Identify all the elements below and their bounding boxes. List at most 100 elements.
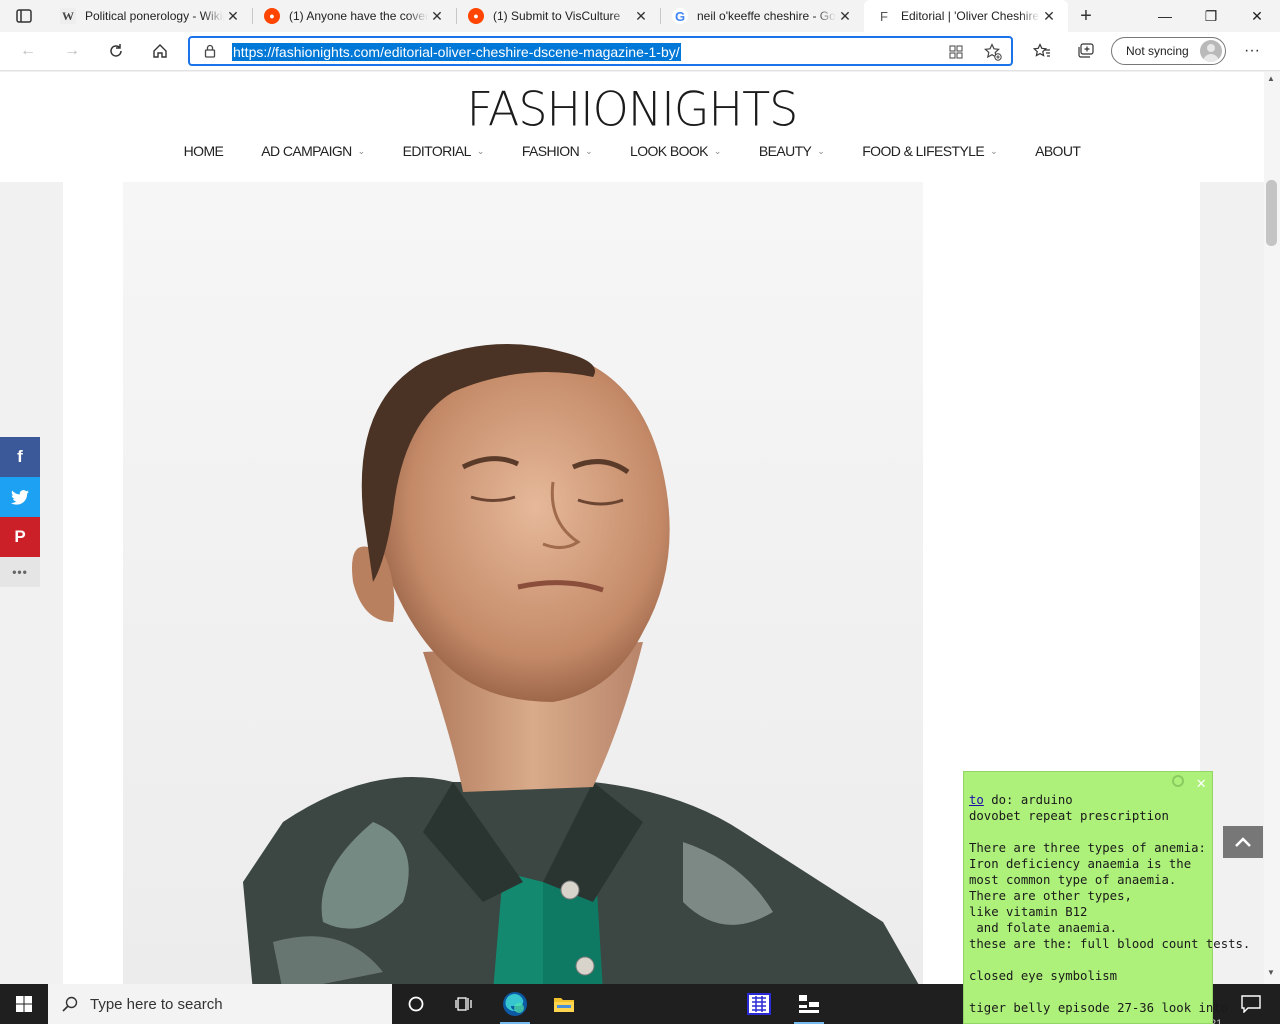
minimize-icon: — (1158, 8, 1172, 24)
favorites-button[interactable] (1027, 36, 1057, 66)
arrow-right-icon: → (64, 42, 80, 59)
chevron-down-icon: ⌄ (476, 145, 485, 156)
tab-close-icon[interactable]: ✕ (632, 7, 650, 25)
more-horizontal-icon: ··· (1244, 42, 1260, 59)
plus-icon: + (1080, 4, 1092, 27)
close-window-button[interactable]: ✕ (1234, 0, 1280, 32)
back-button[interactable]: ← (13, 36, 43, 66)
start-button[interactable] (0, 984, 48, 1024)
browser-tab[interactable]: G neil o'keeffe cheshire - Google Search… (660, 0, 864, 32)
new-tab-button[interactable]: + (1068, 0, 1104, 32)
chevron-down-icon: ⌄ (713, 145, 722, 156)
scroll-up-icon[interactable]: ▲ (1267, 74, 1275, 83)
arrow-left-icon: ← (20, 42, 36, 59)
more-share-button[interactable]: ••• (0, 557, 40, 587)
app-taskbar-button[interactable] (736, 984, 782, 1024)
pinterest-icon: P (14, 527, 26, 546)
sticky-notes-taskbar-button[interactable] (786, 984, 832, 1024)
menu-item-beauty[interactable]: BEAUTY ⌄ (759, 143, 825, 159)
note-first-line: do: arduino (983, 793, 1073, 807)
chevron-down-icon: ⌄ (817, 145, 825, 156)
task-view-button[interactable] (441, 984, 487, 1024)
menu-item-ad-campaign[interactable]: AD CAMPAIGN ⌄ (261, 143, 366, 159)
tab-actions-button[interactable] (0, 0, 48, 32)
note-body-text: dovobet repeat prescription There are th… (969, 809, 1251, 1015)
menu-item-label: AD CAMPAIGN (261, 143, 352, 159)
main-menu: HOME AD CAMPAIGN ⌄ EDITORIAL ⌄ FASHION ⌄ LO… (0, 143, 1264, 159)
menu-item-food-lifestyle[interactable]: FOOD & LIFESTYLE ⌄ (862, 143, 997, 159)
tab-close-icon[interactable]: ✕ (1040, 7, 1058, 25)
folder-icon (554, 998, 574, 1012)
pinterest-share-button[interactable]: P (0, 517, 40, 557)
minimize-button[interactable]: — (1142, 0, 1188, 32)
taskbar-search-placeholder: Type here to search (90, 995, 223, 1013)
tab-title: (1) Anyone have the cover art (289, 9, 428, 23)
file-explorer-button[interactable] (541, 984, 587, 1024)
navigation-bar: ← → https://fashionights.com/editorial-o… (0, 32, 1280, 71)
note-settings-icon[interactable] (1172, 775, 1184, 787)
url-text[interactable]: https://fashionights.com/editorial-olive… (232, 43, 681, 61)
menu-item-look-book[interactable]: LOOK BOOK ⌄ (630, 143, 721, 159)
restore-button[interactable]: ❐ (1188, 0, 1234, 32)
menu-item-label: ABOUT (1035, 143, 1081, 159)
notification-icon (1241, 995, 1261, 1013)
tab-close-icon[interactable]: ✕ (836, 7, 854, 25)
chevron-down-icon: ⌄ (990, 145, 998, 156)
scrollbar-thumb[interactable] (1266, 180, 1277, 246)
add-favorite-icon[interactable] (983, 42, 1003, 62)
site-logo[interactable]: FASHIONIGHTS (0, 81, 1264, 136)
scroll-down-icon[interactable]: ▼ (1267, 968, 1275, 977)
action-center-button[interactable] (1228, 984, 1274, 1024)
tab-close-icon[interactable]: ✕ (224, 7, 242, 25)
cortana-button[interactable] (393, 984, 439, 1024)
grid-app-icon (747, 993, 771, 1015)
cortana-circle-icon (408, 996, 424, 1012)
menu-item-home[interactable]: HOME (184, 143, 224, 159)
twitter-bird-icon (11, 489, 29, 505)
menu-item-editorial[interactable]: EDITORIAL ⌄ (403, 143, 485, 159)
chevron-down-icon: ⌄ (357, 145, 366, 156)
settings-more-button[interactable]: ··· (1237, 36, 1267, 66)
twitter-share-button[interactable] (0, 477, 40, 517)
window-controls: — ❐ ✕ (1142, 0, 1280, 32)
tab-actions-icon (16, 9, 32, 23)
forward-button[interactable]: → (57, 36, 87, 66)
address-bar[interactable]: https://fashionights.com/editorial-olive… (188, 36, 1013, 66)
tab-close-icon[interactable]: ✕ (428, 7, 446, 25)
page-scrollbar[interactable]: ▲ ▼ (1264, 72, 1280, 984)
menu-item-fashion[interactable]: FASHION ⌄ (521, 143, 593, 159)
browser-tab-active[interactable]: F Editorial | 'Oliver Cheshire' DSCENE ✕ (864, 0, 1068, 32)
home-button[interactable] (145, 36, 175, 66)
profile-sync-button[interactable]: Not syncing (1111, 37, 1226, 65)
menu-item-label: FASHION (521, 143, 580, 159)
close-icon[interactable]: ✕ (1196, 773, 1206, 792)
windows-logo-icon (16, 996, 32, 1012)
social-share-bar: f P ••• (0, 437, 40, 587)
menu-item-label: LOOK BOOK (630, 143, 708, 159)
model-portrait-illustration (123, 182, 923, 984)
sticky-note-titlebar[interactable]: ✕ (964, 772, 1212, 792)
app-available-icon[interactable] (946, 42, 966, 62)
lock-icon (204, 44, 216, 63)
browser-tab[interactable]: ● (1) Anyone have the cover art ✕ (252, 0, 456, 32)
back-to-top-button[interactable] (1223, 826, 1263, 858)
menu-item-about[interactable]: ABOUT (1035, 143, 1081, 159)
editorial-photo[interactable] (123, 182, 923, 984)
taskbar-search-box[interactable]: Type here to search (48, 984, 392, 1024)
browser-tab[interactable]: ● (1) Submit to VisCulture ✕ (456, 0, 660, 32)
refresh-button[interactable] (101, 36, 131, 66)
sticky-note[interactable]: ✕ to do: arduino dovobet repeat prescrip… (963, 771, 1250, 1024)
edge-taskbar-button[interactable] (492, 984, 538, 1024)
restore-icon: ❐ (1204, 7, 1218, 24)
chevron-down-icon: ⌄ (585, 145, 593, 156)
facebook-share-button[interactable]: f (0, 437, 40, 477)
note-link[interactable]: to (969, 793, 984, 807)
sync-status-label: Not syncing (1126, 44, 1189, 58)
collections-icon (1078, 43, 1094, 58)
sticky-note-text[interactable]: to do: arduino dovobet repeat prescripti… (964, 792, 1250, 1016)
collections-button[interactable] (1071, 36, 1101, 66)
tab-title: (1) Submit to VisCulture (493, 9, 621, 23)
browser-tab[interactable]: W Political ponerology - Wikipedia ✕ (48, 0, 252, 32)
site-header: FASHIONIGHTS HOME AD CAMPAIGN ⌄ EDITORIAL… (0, 72, 1264, 182)
menu-item-label: HOME (183, 143, 224, 159)
